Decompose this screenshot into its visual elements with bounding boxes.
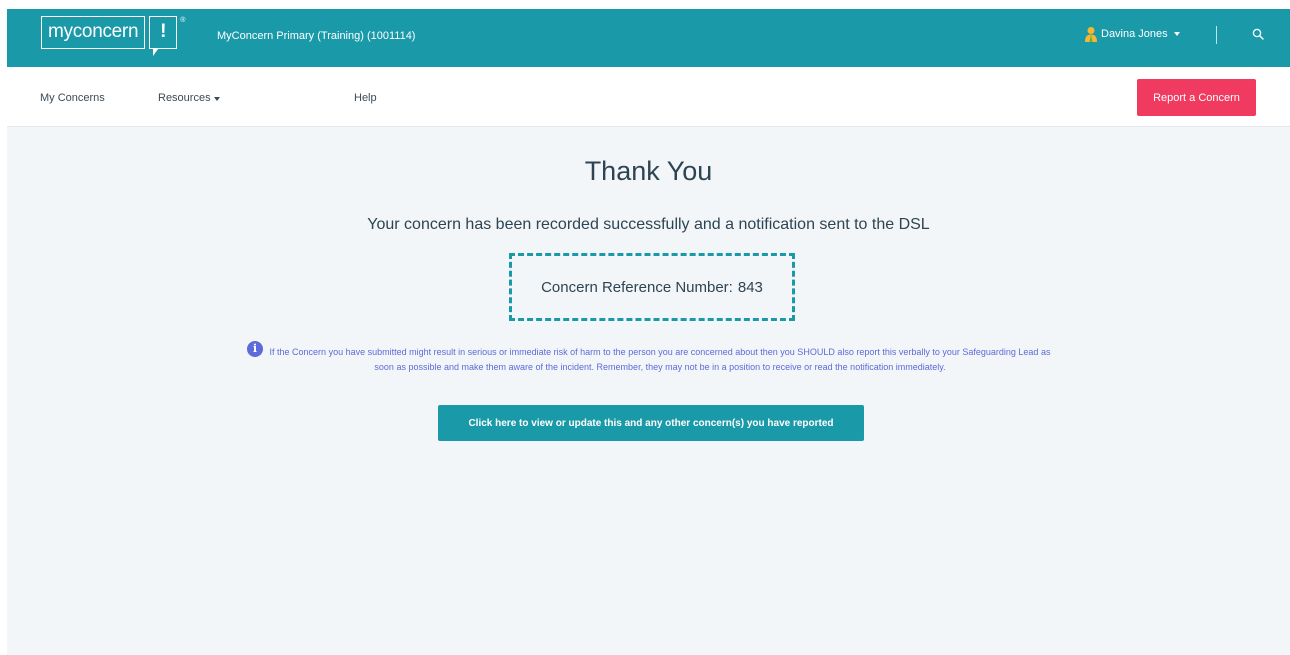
organisation-name: MyConcern Primary (Training) (1001114): [217, 30, 416, 42]
reference-label: Concern Reference Number:: [541, 278, 733, 296]
search-icon[interactable]: [1252, 28, 1264, 40]
info-icon: i: [247, 341, 263, 357]
nav-item-my-concerns[interactable]: My Concerns: [40, 92, 105, 104]
logo-registered-mark: ®: [180, 17, 186, 24]
chevron-down-icon: [213, 97, 220, 101]
myconcern-logo[interactable]: myconcern ! ®: [41, 16, 186, 56]
header-divider: [1216, 26, 1217, 44]
logo-exclamation-mark: !: [149, 16, 178, 56]
user-menu[interactable]: Davina Jones: [1084, 26, 1180, 42]
user-icon: [1085, 27, 1097, 42]
user-name: Davina Jones: [1101, 28, 1168, 40]
reference-number-box: Concern Reference Number: 843: [509, 253, 795, 321]
nav-item-resources-label: Resources: [158, 92, 211, 104]
safeguarding-notice: If the Concern you have submitted might …: [269, 347, 1051, 372]
reference-number: 843: [737, 278, 763, 296]
success-message: Your concern has been recorded successfu…: [367, 216, 930, 233]
report-concern-button[interactable]: Report a Concern: [1137, 79, 1256, 116]
view-concerns-button[interactable]: Click here to view or update this and an…: [438, 405, 864, 441]
app-window: myconcern ! ® MyConcern Primary (Trainin…: [7, 9, 1290, 655]
page-title: Thank You: [584, 156, 713, 186]
chevron-down-icon: [1173, 32, 1180, 36]
main-nav: My Concerns Resources Help Report a Conc…: [7, 67, 1290, 127]
nav-item-help[interactable]: Help: [354, 92, 377, 104]
nav-item-resources[interactable]: Resources: [158, 92, 220, 104]
logo-wordmark: myconcern: [41, 16, 146, 49]
top-bar: myconcern ! ® MyConcern Primary (Trainin…: [7, 9, 1290, 67]
